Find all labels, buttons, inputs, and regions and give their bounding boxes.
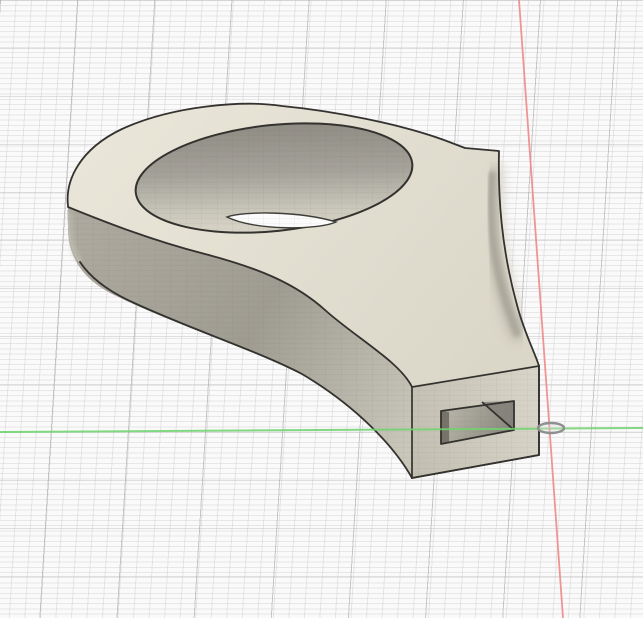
scene-canvas[interactable]	[0, 0, 643, 618]
3d-viewport[interactable]	[0, 0, 643, 618]
origin-marker[interactable]	[538, 423, 564, 433]
red-axis-line	[519, 0, 563, 618]
